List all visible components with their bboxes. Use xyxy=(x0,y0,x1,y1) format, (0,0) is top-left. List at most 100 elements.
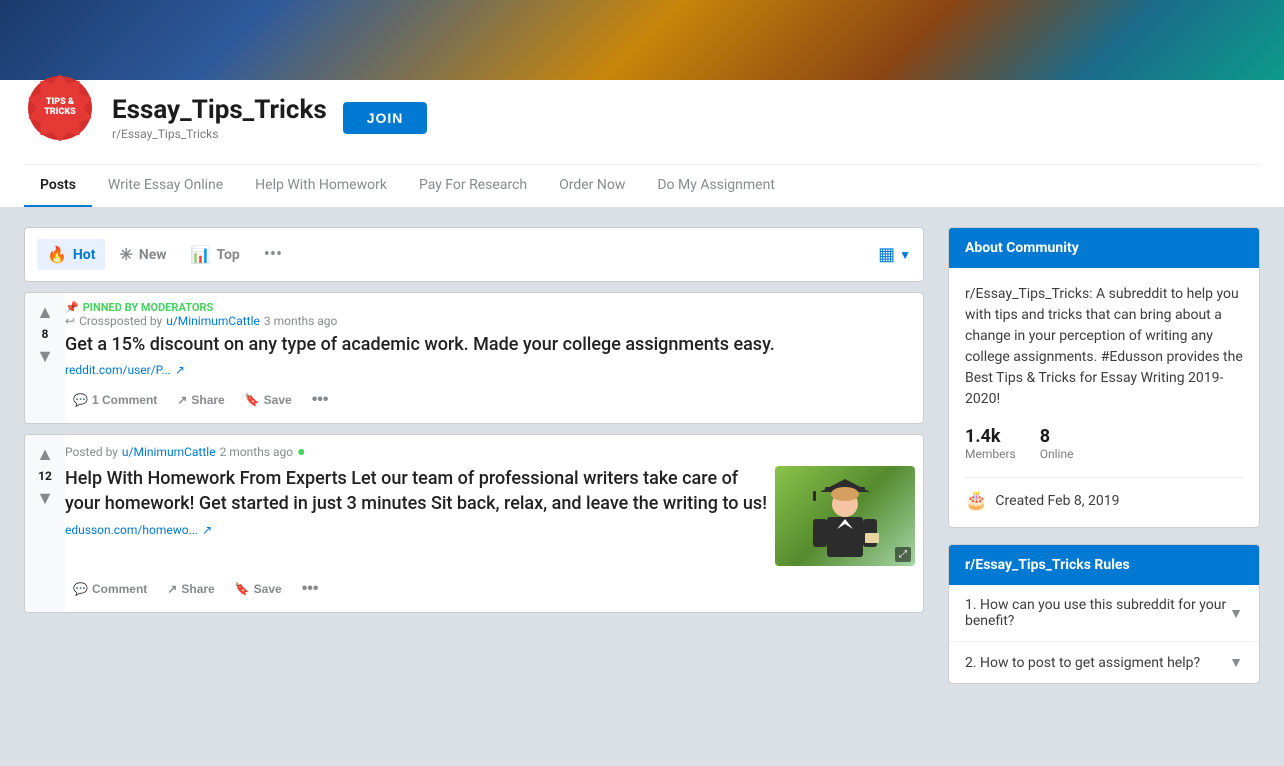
post-more-button[interactable]: ••• xyxy=(294,574,327,604)
chevron-down-icon: ▼ xyxy=(1229,605,1243,622)
post-thumbnail[interactable]: ⤢ xyxy=(775,466,915,566)
downvote-button[interactable]: ▼ xyxy=(34,345,56,367)
new-icon: ✳ xyxy=(119,245,132,264)
online-stat: 8 Online xyxy=(1040,426,1074,461)
comment-icon: 💬 xyxy=(73,393,88,407)
share-icon: ↗ xyxy=(177,393,187,407)
tab-posts[interactable]: Posts xyxy=(24,165,92,207)
post-actions: 💬 1 Comment ↗ Share 🔖 Save ••• xyxy=(65,385,915,415)
post-more-button[interactable]: ••• xyxy=(304,385,337,415)
main-content: 🔥 Hot ✳ New 📊 Top ••• ▦ ▼ ▲ 8 ▼ xyxy=(0,207,1284,720)
tab-write-essay[interactable]: Write Essay Online xyxy=(92,165,239,207)
subreddit-title-area: Essay_Tips_Tricks r/Essay_Tips_Tricks JO… xyxy=(112,95,427,141)
hot-icon: 🔥 xyxy=(47,245,67,264)
community-created: 🎂 Created Feb 8, 2019 xyxy=(965,477,1243,511)
community-stats: 1.4k Members 8 Online xyxy=(965,426,1243,461)
upvote-button[interactable]: ▲ xyxy=(34,301,56,323)
rules-header: r/Essay_Tips_Tricks Rules xyxy=(949,545,1259,585)
logo-badge: TIPS & TRICKS xyxy=(28,76,92,140)
top-icon: 📊 xyxy=(191,245,211,264)
post-link[interactable]: reddit.com/user/P... ↗ xyxy=(65,363,915,377)
post-title[interactable]: Help With Homework From Experts Let our … xyxy=(65,466,767,516)
external-link-icon: ↗ xyxy=(175,363,185,377)
tab-order-now[interactable]: Order Now xyxy=(543,165,641,207)
join-button[interactable]: JOIN xyxy=(343,102,428,134)
post-content: Posted by u/MinimumCattle 2 months ago ●… xyxy=(65,435,923,612)
crosspost-time: 3 months ago xyxy=(264,314,338,328)
list-item[interactable]: 1. How can you use this subreddit for yo… xyxy=(949,585,1259,642)
crosspost-meta: ↩ Crossposted by u/MinimumCattle 3 month… xyxy=(65,314,915,328)
members-stat: 1.4k Members xyxy=(965,426,1016,461)
share-icon: ↗ xyxy=(167,582,177,596)
post-time: 2 months ago xyxy=(220,445,294,459)
post-vote-section: ▲ 8 ▼ xyxy=(25,293,65,423)
tab-do-assignment[interactable]: Do My Assignment xyxy=(641,165,791,207)
online-value: 8 xyxy=(1040,426,1074,447)
pinned-label: 📌 PINNED BY MODERATORS xyxy=(65,301,915,314)
about-community-body: r/Essay_Tips_Tricks: A subreddit to help… xyxy=(949,268,1259,527)
crosspost-author[interactable]: u/MinimumCattle xyxy=(166,314,260,328)
bookmark-icon: 🔖 xyxy=(235,582,250,596)
poster-meta: Posted by u/MinimumCattle 2 months ago ● xyxy=(65,443,915,460)
post-title[interactable]: Get a 15% discount on any type of academ… xyxy=(65,332,915,357)
upvote-button[interactable]: ▲ xyxy=(34,443,56,465)
tab-help-homework[interactable]: Help With Homework xyxy=(239,165,403,207)
post-text: Help With Homework From Experts Let our … xyxy=(65,466,767,566)
post-content: 📌 PINNED BY MODERATORS ↩ Crossposted by … xyxy=(65,293,923,423)
downvote-button[interactable]: ▼ xyxy=(34,487,56,509)
vote-count: 12 xyxy=(38,469,52,483)
thumbnail-image xyxy=(775,466,915,566)
about-community-card: About Community r/Essay_Tips_Tricks: A s… xyxy=(948,227,1260,528)
rule-text-1: 1. How can you use this subreddit for yo… xyxy=(965,597,1229,629)
comment-button[interactable]: 💬 Comment xyxy=(65,576,155,602)
sort-hot-label: Hot xyxy=(73,247,96,263)
share-button[interactable]: ↗ Share xyxy=(169,387,232,413)
rules-card: r/Essay_Tips_Tricks Rules 1. How can you… xyxy=(948,544,1260,684)
post-vote-section: ▲ 12 ▼ xyxy=(25,435,65,612)
sidebar-column: About Community r/Essay_Tips_Tricks: A s… xyxy=(948,227,1260,700)
tab-pay-research[interactable]: Pay For Research xyxy=(403,165,543,207)
sort-more-button[interactable]: ••• xyxy=(254,238,292,271)
save-button[interactable]: 🔖 Save xyxy=(227,576,290,602)
members-label: Members xyxy=(965,447,1016,461)
active-dot-icon: ● xyxy=(297,443,305,460)
expand-icon[interactable]: ⤢ xyxy=(895,547,911,562)
sort-bar: 🔥 Hot ✳ New 📊 Top ••• ▦ ▼ xyxy=(24,227,924,282)
post-actions: 💬 Comment ↗ Share 🔖 Save ••• xyxy=(65,574,915,604)
comment-icon: 💬 xyxy=(73,582,88,596)
external-link-icon: ↗ xyxy=(202,523,212,537)
community-description: r/Essay_Tips_Tricks: A subreddit to help… xyxy=(965,284,1243,410)
sort-top[interactable]: 📊 Top xyxy=(181,239,250,270)
list-item[interactable]: 2. How to post to get assigment help? ▼ xyxy=(949,642,1259,683)
crosspost-icon: ↩ xyxy=(65,314,75,328)
chevron-down-icon: ▼ xyxy=(1229,654,1243,671)
comment-button[interactable]: 💬 1 Comment xyxy=(65,387,165,413)
logo-text: TIPS & TRICKS xyxy=(44,98,76,118)
about-community-header: About Community xyxy=(949,228,1259,268)
grid-view-icon: ▦ xyxy=(878,244,895,265)
created-date: Created Feb 8, 2019 xyxy=(995,493,1119,509)
vote-count: 8 xyxy=(42,327,49,341)
online-label: Online xyxy=(1040,447,1074,461)
save-button[interactable]: 🔖 Save xyxy=(237,387,300,413)
sort-hot[interactable]: 🔥 Hot xyxy=(37,239,105,270)
rule-text-2: 2. How to post to get assigment help? xyxy=(965,655,1200,671)
sort-top-label: Top xyxy=(217,247,240,263)
post-author[interactable]: u/MinimumCattle xyxy=(122,445,216,459)
view-chevron-icon: ▼ xyxy=(899,248,911,262)
view-toggle-button[interactable]: ▦ ▼ xyxy=(878,244,911,265)
subreddit-logo: TIPS & TRICKS xyxy=(24,72,96,144)
header-banner xyxy=(0,0,1284,80)
post-body: Help With Homework From Experts Let our … xyxy=(65,466,915,566)
table-row: ▲ 12 ▼ Posted by u/MinimumCattle 2 month… xyxy=(24,434,924,613)
sort-new-label: New xyxy=(139,247,167,263)
pin-icon: 📌 xyxy=(65,301,79,314)
subreddit-handle: r/Essay_Tips_Tricks xyxy=(112,127,327,141)
members-value: 1.4k xyxy=(965,426,1016,447)
subreddit-name: Essay_Tips_Tricks xyxy=(112,95,327,125)
sort-new[interactable]: ✳ New xyxy=(109,239,176,270)
post-link[interactable]: edusson.com/homewo... ↗ xyxy=(65,523,767,537)
subreddit-info: TIPS & TRICKS Essay_Tips_Tricks r/Essay_… xyxy=(24,92,1260,144)
share-button[interactable]: ↗ Share xyxy=(159,576,222,602)
table-row: ▲ 8 ▼ 📌 PINNED BY MODERATORS ↩ Crosspost… xyxy=(24,292,924,424)
